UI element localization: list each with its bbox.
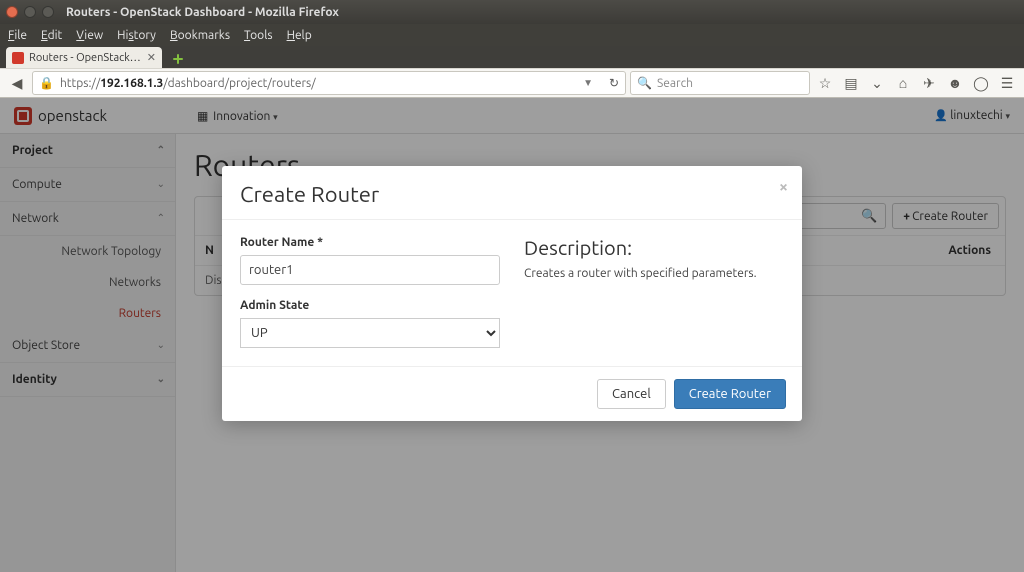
home-icon[interactable]: ⌂ bbox=[892, 72, 914, 94]
url-dropdown-icon[interactable]: ▼ bbox=[583, 77, 593, 89]
menu-file[interactable]: File bbox=[8, 29, 27, 42]
window-maximize-button[interactable] bbox=[42, 6, 54, 18]
window-close-button[interactable] bbox=[6, 6, 18, 18]
send-icon[interactable]: ✈ bbox=[918, 72, 940, 94]
browser-search-field[interactable]: 🔍 Search bbox=[630, 71, 810, 95]
search-placeholder: Search bbox=[657, 77, 693, 90]
nav-back-button[interactable]: ◀ bbox=[6, 72, 28, 94]
search-icon: 🔍 bbox=[637, 76, 652, 90]
admin-state-select[interactable]: UP bbox=[240, 318, 500, 348]
modal-close-button[interactable]: × bbox=[779, 178, 788, 196]
menu-tools[interactable]: Tools bbox=[244, 29, 273, 42]
create-router-modal: Create Router × Router Name * Admin Stat… bbox=[222, 166, 802, 421]
new-tab-button[interactable] bbox=[168, 50, 188, 68]
browser-navbar: ◀ 🔒 https://192.168.1.3/dashboard/projec… bbox=[0, 68, 1024, 98]
cancel-button[interactable]: Cancel bbox=[597, 379, 666, 409]
menu-view[interactable]: View bbox=[76, 29, 103, 42]
modal-title: Create Router bbox=[240, 182, 784, 207]
window-titlebar: Routers - OpenStack Dashboard - Mozilla … bbox=[0, 0, 1024, 24]
router-name-input[interactable] bbox=[240, 255, 500, 285]
url-bar[interactable]: 🔒 https://192.168.1.3/dashboard/project/… bbox=[32, 71, 626, 95]
menu-help[interactable]: Help bbox=[287, 29, 312, 42]
menu-history[interactable]: History bbox=[117, 29, 156, 42]
description-body: Creates a router with specified paramete… bbox=[524, 267, 784, 280]
url-text: https://192.168.1.3/dashboard/project/ro… bbox=[60, 77, 316, 90]
description-heading: Description: bbox=[524, 236, 784, 259]
menu-bookmarks[interactable]: Bookmarks bbox=[170, 29, 230, 42]
menu-edit[interactable]: Edit bbox=[41, 29, 62, 42]
favicon-icon bbox=[12, 52, 24, 64]
window-minimize-button[interactable] bbox=[24, 6, 36, 18]
bookmark-star-icon[interactable]: ☆ bbox=[814, 72, 836, 94]
browser-tab-active[interactable]: Routers - OpenStack… ✕ bbox=[6, 47, 162, 68]
submit-create-router-button[interactable]: Create Router bbox=[674, 379, 786, 409]
browser-tabstrip: Routers - OpenStack… ✕ bbox=[0, 46, 1024, 68]
page-content: openstack ▦ Innovation linuxtechi Projec… bbox=[0, 98, 1024, 572]
lock-icon: 🔒 bbox=[39, 76, 54, 90]
shield-icon[interactable]: ◯ bbox=[970, 72, 992, 94]
browser-menubar: File Edit View History Bookmarks Tools H… bbox=[0, 24, 1024, 46]
chat-icon[interactable]: ☻ bbox=[944, 72, 966, 94]
admin-state-label: Admin State bbox=[240, 299, 500, 312]
router-name-label: Router Name * bbox=[240, 236, 500, 249]
tab-close-button[interactable]: ✕ bbox=[147, 51, 156, 64]
bookmarks-list-icon[interactable]: ▤ bbox=[840, 72, 862, 94]
window-title: Routers - OpenStack Dashboard - Mozilla … bbox=[66, 6, 339, 19]
hamburger-menu-button[interactable]: ☰ bbox=[996, 72, 1018, 94]
modal-overlay[interactable]: Create Router × Router Name * Admin Stat… bbox=[0, 98, 1024, 572]
tab-title: Routers - OpenStack… bbox=[29, 52, 141, 64]
pocket-icon[interactable]: ⌄ bbox=[866, 72, 888, 94]
reload-button[interactable]: ↻ bbox=[609, 76, 619, 90]
